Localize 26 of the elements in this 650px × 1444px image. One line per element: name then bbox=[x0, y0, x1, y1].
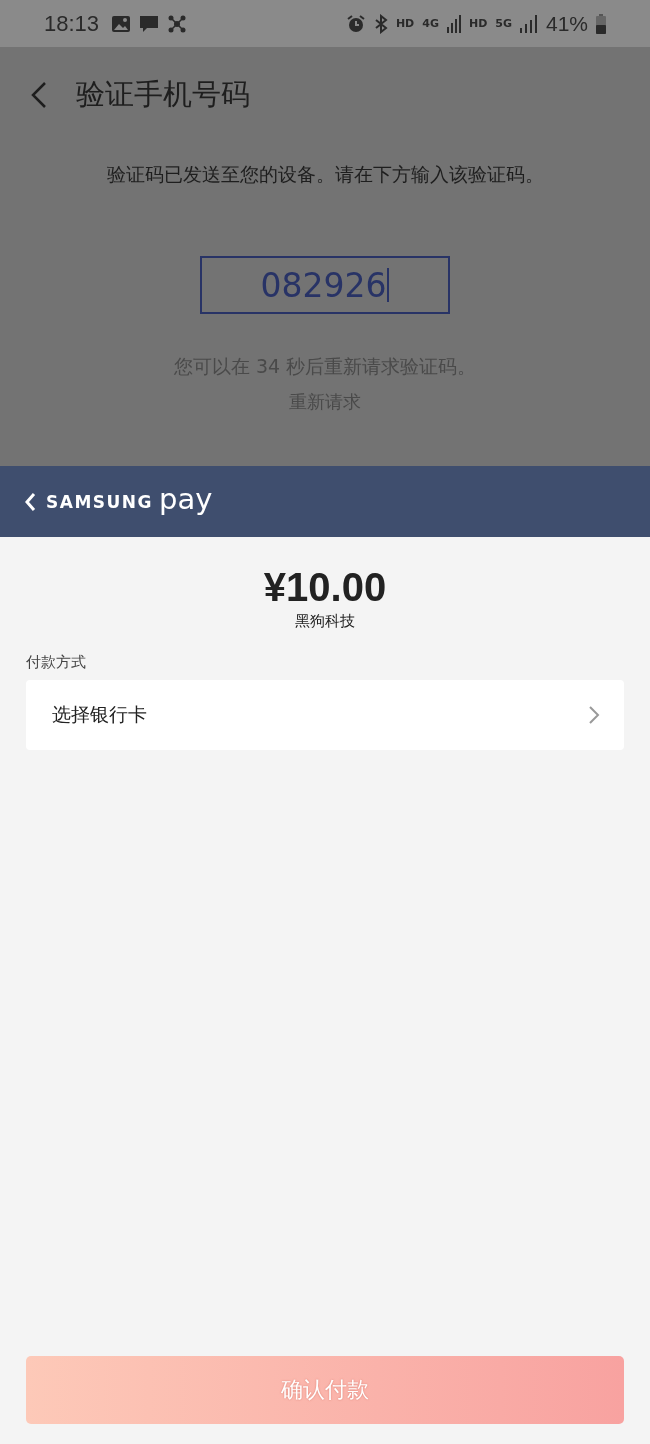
hd-indicator: HD bbox=[395, 17, 415, 30]
battery-percent: 41% bbox=[545, 11, 588, 36]
battery-icon bbox=[596, 13, 606, 34]
payment-amount: ¥10.00 bbox=[262, 565, 388, 610]
logo-brand: SAMSUNG bbox=[46, 491, 154, 512]
bank-card-selector[interactable]: 选择银行卡 bbox=[26, 680, 624, 750]
code-field[interactable]: 082926 bbox=[200, 256, 450, 314]
image-icon bbox=[111, 14, 132, 33]
screen-title: 验证手机号码 bbox=[76, 75, 250, 113]
network-type: 5G bbox=[495, 17, 512, 30]
network-icon bbox=[167, 13, 188, 34]
merchant-name: 黑狗科技 bbox=[294, 612, 356, 631]
bluetooth-icon bbox=[373, 13, 388, 34]
signal-icon bbox=[446, 14, 461, 33]
network-type: 4G bbox=[422, 17, 439, 30]
section-label: 付款方式 bbox=[26, 653, 87, 672]
logo-product: pay bbox=[159, 481, 213, 516]
back-icon[interactable] bbox=[30, 80, 48, 109]
hd-indicator: HD bbox=[468, 17, 488, 30]
status-time: 18:13 bbox=[44, 10, 100, 37]
instruction-text: 验证码已发送至您的设备。请在下方输入该验证码。 bbox=[106, 162, 544, 187]
alarm-icon bbox=[345, 13, 366, 34]
message-icon bbox=[139, 13, 160, 34]
signal-icon bbox=[519, 14, 538, 33]
chevron-icon bbox=[588, 705, 600, 725]
back-icon[interactable] bbox=[24, 491, 36, 512]
